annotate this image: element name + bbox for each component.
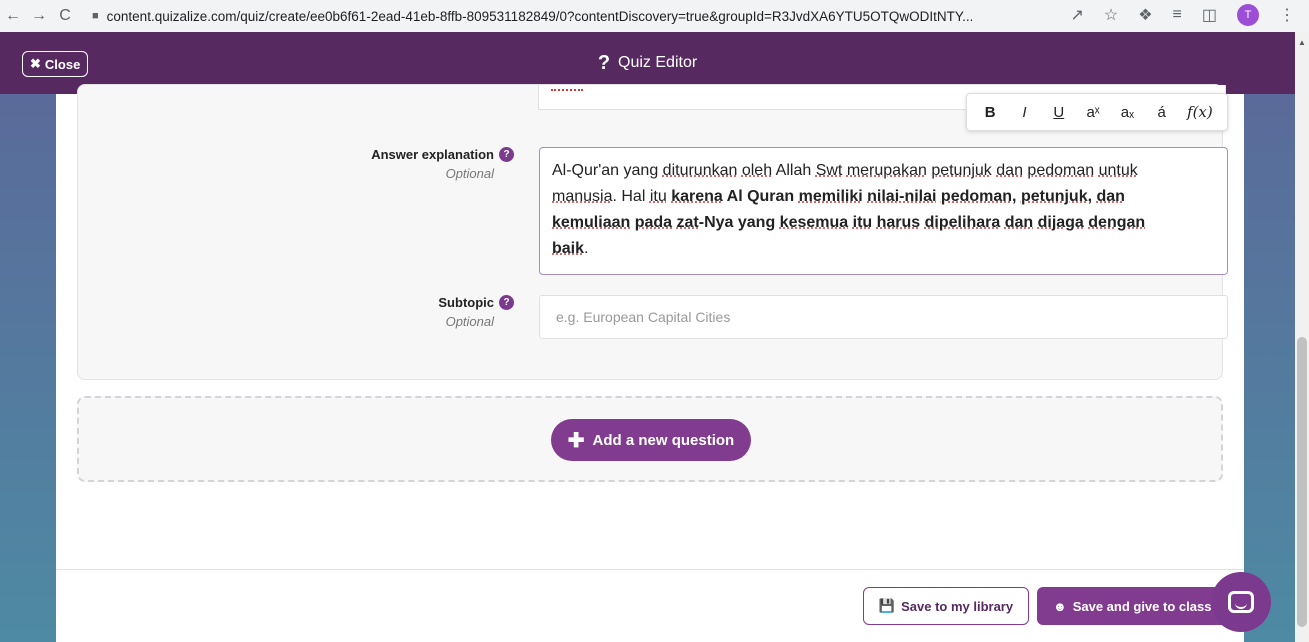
subscript-button[interactable]: aₓ: [1118, 104, 1136, 121]
menu-icon[interactable]: ⋮: [1279, 5, 1295, 25]
superscript-button[interactable]: aˣ: [1084, 104, 1102, 121]
answer-explanation-label: Answer explanation: [371, 147, 494, 162]
underline-button[interactable]: U: [1050, 104, 1068, 121]
chat-icon: [1228, 591, 1254, 613]
extensions-icon[interactable]: ❖: [1138, 5, 1152, 25]
close-button[interactable]: ✖ Close: [22, 51, 89, 77]
answer-explanation-label-group: Answer explanation ? Optional: [314, 147, 514, 181]
question-panel: Answer explanation ? Optional B I U aˣ a…: [77, 84, 1228, 380]
profile-avatar[interactable]: T: [1237, 4, 1259, 26]
close-label: Close: [44, 56, 81, 72]
formula-button[interactable]: f(x): [1187, 103, 1213, 121]
save-icon: 💾: [878, 598, 896, 613]
lock-icon: ■: [92, 10, 99, 22]
close-icon: ✖: [30, 56, 41, 71]
address-bar[interactable]: ■ content.quizalize.com/quiz/create/ee0b…: [92, 9, 972, 24]
subtopic-input[interactable]: e.g. European Capital Cities: [539, 295, 1228, 339]
forward-icon[interactable]: →: [26, 7, 52, 25]
add-question-button[interactable]: ✚ Add a new question: [551, 419, 751, 461]
back-icon[interactable]: ←: [0, 7, 26, 25]
spellcheck-underline: [551, 88, 583, 91]
url-text: content.quizalize.com/quiz/create/ee0b6f…: [106, 8, 972, 24]
accent-button[interactable]: á: [1153, 104, 1171, 121]
plus-icon: ✚: [567, 429, 585, 452]
format-toolbar: B I U aˣ aₓ á f(x): [966, 93, 1228, 131]
sidebar-icon[interactable]: ◫: [1202, 5, 1217, 25]
page-title-text: Quiz Editor: [618, 54, 698, 71]
answer-explanation-editor[interactable]: Al-Qur'an yang diturunkan oleh Allah Swt…: [539, 147, 1228, 275]
help-icon[interactable]: ?: [499, 295, 514, 310]
editor-card: Answer explanation ? Optional B I U aˣ a…: [56, 84, 1244, 642]
italic-button[interactable]: I: [1015, 104, 1033, 121]
bookmark-star-icon[interactable]: ☆: [1104, 5, 1118, 25]
scroll-thumb[interactable]: [1297, 337, 1307, 627]
scroll-up-icon[interactable]: ▲: [1298, 38, 1306, 47]
users-icon: ☻: [1053, 598, 1067, 614]
subtopic-label: Subtopic: [438, 295, 494, 310]
browser-actions: ↗ ☆ ❖ ≡ ◫ T ⋮: [1070, 4, 1295, 26]
reload-icon[interactable]: C: [52, 7, 78, 25]
save-to-library-button[interactable]: 💾 Save to my library: [863, 587, 1029, 625]
bold-button[interactable]: B: [981, 104, 999, 121]
save-and-give-to-class-button[interactable]: ☻ Save and give to class: [1037, 587, 1227, 625]
chat-launcher-button[interactable]: [1211, 572, 1271, 632]
page-title: ? Quiz Editor: [598, 52, 697, 75]
subtopic-label-group: Subtopic ? Optional: [314, 295, 514, 329]
scrollbar[interactable]: ▲: [1295, 32, 1309, 642]
optional-label: Optional: [445, 166, 494, 181]
help-icon[interactable]: ?: [499, 147, 514, 162]
optional-label: Optional: [445, 314, 494, 329]
share-icon[interactable]: ↗: [1070, 5, 1083, 25]
editor-footer: 💾 Save to my library ☻ Save and give to …: [56, 569, 1244, 642]
add-question-area: ✚ Add a new question: [77, 396, 1223, 482]
reading-list-icon[interactable]: ≡: [1173, 6, 1182, 24]
browser-bar: ← → C ■ content.quizalize.com/quiz/creat…: [0, 0, 1309, 32]
quizalize-logo-icon: ?: [597, 51, 611, 74]
